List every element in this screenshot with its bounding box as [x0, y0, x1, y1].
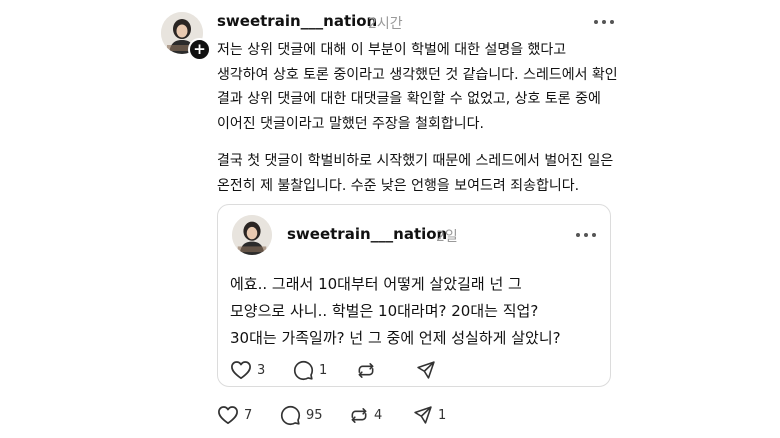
repost-count: 4 [374, 407, 383, 423]
quoted-like-count: 3 [257, 362, 266, 378]
comment-count: 95 [306, 407, 323, 423]
comment-bubble-icon [280, 405, 301, 425]
post-paragraph: 결국 첫 댓글이 학벌비하로 시작했기 때문에 스레드에서 벌어진 일은 온전히… [217, 149, 637, 198]
quoted-author-username[interactable]: sweetrain___nation [287, 225, 447, 243]
post-time: 2시간 [368, 16, 403, 32]
quoted-share-button[interactable] [416, 359, 441, 381]
post-line: 결국 첫 댓글이 학벌비하로 시작했기 때문에 스레드에서 벌어진 일은 [217, 153, 614, 169]
quoted-author-avatar[interactable] [232, 215, 272, 255]
quoted-comment-count: 1 [319, 362, 328, 378]
post-line: 온전히 제 불찰입니다. 수준 낮은 언행을 보여드려 죄송합니다. [217, 177, 580, 194]
more-options-icon[interactable] [594, 18, 616, 26]
quoted-line: 30대는 가족일까? 넌 그 중에 언제 성실하게 살았니? [230, 329, 561, 347]
post-paragraph: 저는 상위 댓글에 대해 이 부분이 학벌에 대한 설명을 했다고 생각하여 상… [217, 38, 637, 136]
avatar-image [232, 215, 272, 255]
quoted-post-time: 2일 [436, 229, 458, 245]
quoted-comment-button[interactable]: 1 [293, 359, 327, 381]
quoted-line: 모양으로 사니.. 학벌은 10대라며? 20대는 직업? [230, 302, 539, 320]
follow-plus-icon[interactable]: + [188, 38, 211, 61]
share-count: 1 [438, 407, 447, 423]
post-line: 저는 상위 댓글에 대해 이 부분이 학벌에 대한 설명을 했다고 [217, 42, 567, 58]
heart-icon [218, 406, 238, 425]
quoted-post-body: 에효.. 그래서 10대부터 어떻게 살았길래 넌 그 모양으로 사니.. 학벌… [230, 271, 600, 352]
post-action-bar: 7 95 4 1 [217, 404, 617, 426]
post-line: 이어진 댓글이라고 말했던 주장을 철회합니다. [217, 115, 484, 132]
like-button[interactable]: 7 [217, 404, 252, 426]
quoted-post-card[interactable]: sweetrain___nation 2일 에효.. 그래서 10대부터 어떻게… [217, 204, 611, 387]
quoted-line: 에효.. 그래서 10대부터 어떻게 살았길래 넌 그 [230, 275, 522, 293]
comment-bubble-icon [293, 360, 314, 380]
quoted-more-options-icon[interactable] [576, 231, 598, 239]
quoted-action-bar: 3 1 [230, 359, 600, 381]
send-icon [417, 361, 435, 379]
repost-icon [358, 362, 374, 378]
repost-button[interactable]: 4 [349, 404, 382, 426]
author-username[interactable]: sweetrain___nation [217, 12, 377, 30]
like-count: 7 [244, 407, 253, 423]
post-line: 생각하여 상호 토론 중이라고 생각했던 것 같습니다. 스레드에서 확인 [217, 66, 618, 83]
heart-icon [231, 361, 251, 380]
post-body: 저는 상위 댓글에 대해 이 부분이 학벌에 대한 설명을 했다고 생각하여 상… [217, 38, 637, 198]
share-button[interactable]: 1 [413, 404, 446, 426]
send-icon [414, 406, 432, 424]
post-line: 결과 상위 댓글에 대한 대댓글을 확인할 수 없었고, 상호 토론 중에 [217, 91, 601, 107]
comment-button[interactable]: 95 [280, 404, 323, 426]
quoted-like-button[interactable]: 3 [230, 359, 265, 381]
repost-icon [351, 407, 367, 423]
quoted-repost-button[interactable] [356, 359, 381, 381]
